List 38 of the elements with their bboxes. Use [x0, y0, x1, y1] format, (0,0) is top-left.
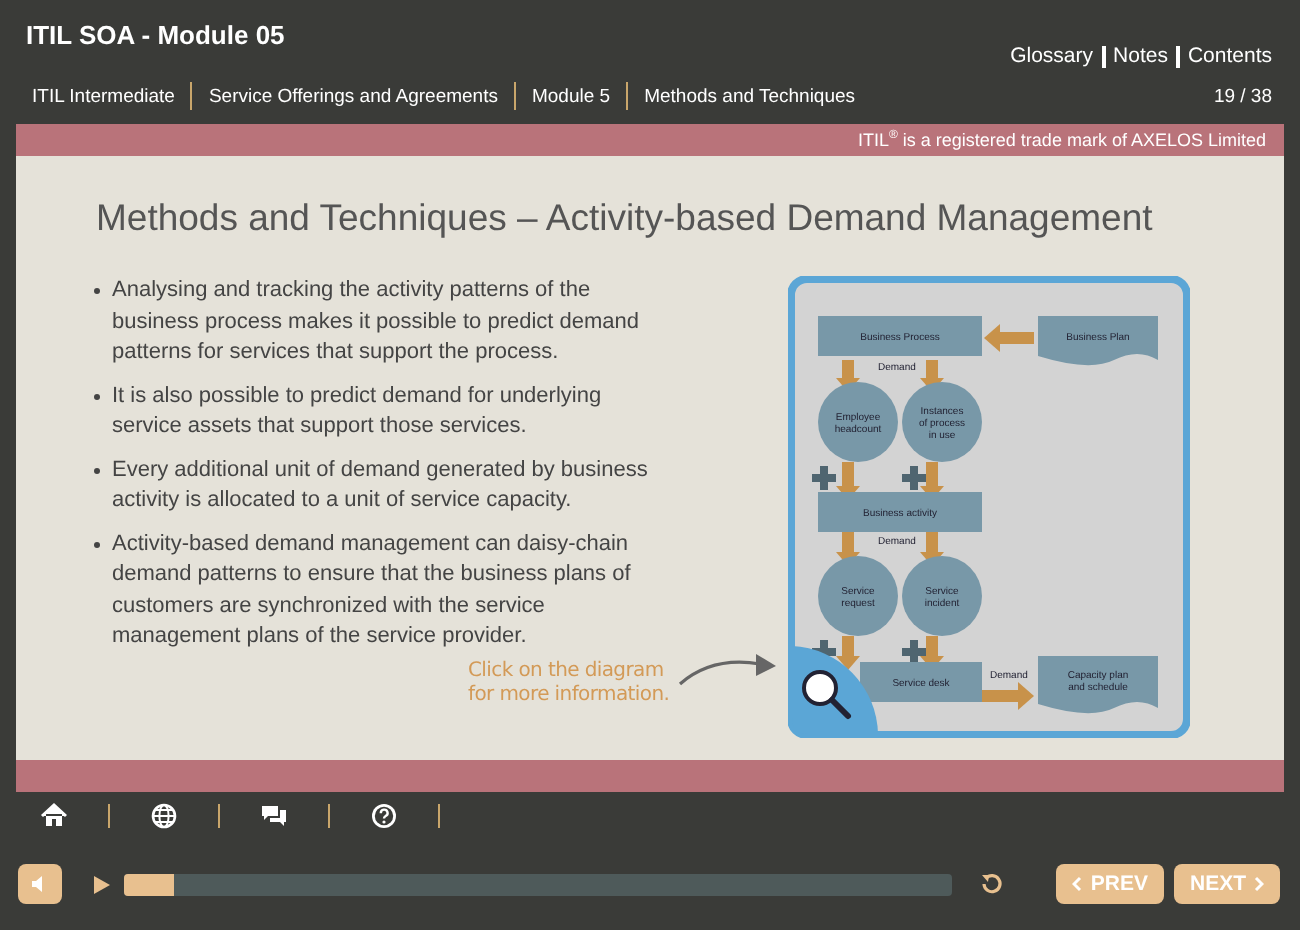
chat-icon[interactable] — [260, 802, 288, 830]
bullet-icon — [94, 393, 100, 399]
bullet-text: It is also possible to predict demand for underlying service assets that support those services. — [112, 383, 602, 438]
volume-button[interactable] — [18, 864, 62, 904]
help-icon[interactable] — [370, 802, 398, 830]
header-link[interactable]: Glossary — [1010, 44, 1094, 68]
page-counter: 19 / 38 — [1213, 85, 1272, 107]
home-icon[interactable] — [40, 802, 68, 830]
plus-icon — [902, 640, 926, 664]
slide-heading: Methods and Techniques – Activity-based Demand Management — [94, 194, 1155, 242]
plus-icon — [902, 466, 926, 490]
flow-arrow — [982, 682, 1034, 710]
chevron-icon — [1072, 876, 1083, 892]
breadcrumb-item: Service Offerings and Agreements — [206, 85, 500, 107]
course-title: ITIL SOA - Module 05 — [26, 20, 285, 50]
bullet-icon — [94, 467, 100, 473]
globe-icon[interactable] — [150, 802, 178, 830]
header-link[interactable]: Notes — [1113, 44, 1168, 68]
header-link[interactable]: Contents — [1187, 44, 1272, 68]
flow-arrow — [836, 636, 860, 670]
breadcrumb-item: Methods and Techniques — [642, 85, 858, 107]
breadcrumb-item: ITIL Intermediate — [32, 85, 177, 107]
flow-arrow — [984, 324, 1034, 352]
zoom-icon[interactable] — [792, 646, 878, 734]
play-icon[interactable] — [94, 875, 110, 893]
bullet-icon — [94, 288, 100, 294]
bullet-icon — [94, 541, 100, 547]
hint-text: Click on the diagram for more information. — [468, 660, 672, 706]
breadcrumb-item: Module 5 — [529, 85, 613, 107]
bullet-text: Activity-based demand management can daisy-chain demand patterns to ensure that the business plans of customers are synchronized with the service management plans of the service provider. — [112, 531, 631, 648]
curved-arrow — [679, 654, 776, 686]
plus-icon — [812, 466, 836, 490]
progress-track[interactable] — [124, 873, 953, 895]
trademark-notice: ITIL$^{®}$ is a registered trade mark of AXELOS Limited — [857, 130, 1266, 150]
chevron-icon — [1254, 876, 1264, 892]
bullet-text: Every additional unit of demand generated by business activity is allocated to a unit of service capacity. — [112, 457, 648, 512]
bullet-text: Analysing and tracking the activity patterns of the business process makes it possible to predict demand patterns for services that support the process. — [112, 278, 640, 364]
replay-icon[interactable] — [980, 872, 1005, 896]
